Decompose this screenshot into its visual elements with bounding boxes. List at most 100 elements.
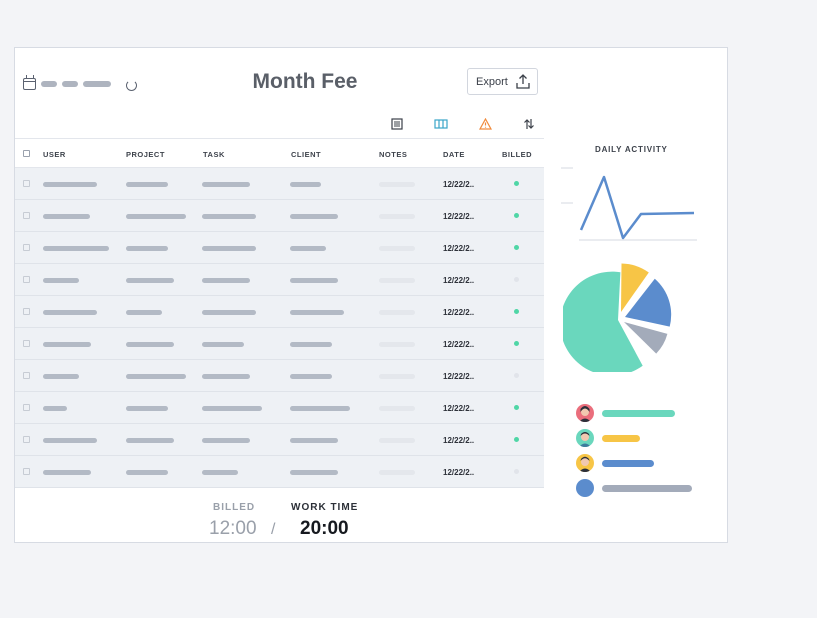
list-view-icon[interactable] — [387, 116, 407, 132]
row-checkbox[interactable] — [23, 308, 30, 315]
table-row[interactable]: 12/22/2.. — [15, 392, 544, 424]
task-placeholder — [202, 182, 250, 187]
notes-placeholder — [379, 310, 415, 315]
row-checkbox[interactable] — [23, 340, 30, 347]
user-placeholder — [43, 342, 91, 347]
row-checkbox[interactable] — [23, 372, 30, 379]
notes-placeholder — [379, 438, 415, 443]
table-header: USER PROJECT TASK CLIENT NOTES DATE BILL… — [15, 138, 544, 168]
column-header-client[interactable]: CLIENT — [291, 150, 321, 159]
user-placeholder — [43, 278, 79, 283]
column-header-date[interactable]: DATE — [443, 150, 465, 159]
notes-placeholder — [379, 246, 415, 251]
legend-bar — [602, 459, 654, 467]
billed-dot — [514, 181, 519, 186]
task-placeholder — [202, 470, 238, 475]
project-placeholder — [126, 246, 168, 251]
table-row[interactable]: 12/22/2.. — [15, 424, 544, 456]
column-header-notes[interactable]: NOTES — [379, 150, 407, 159]
avatar — [576, 429, 594, 447]
table-row[interactable]: 12/22/2.. — [15, 328, 544, 360]
legend-item — [576, 454, 654, 472]
date-cell: 12/22/2.. — [443, 436, 475, 445]
page-title: Month Fee — [252, 70, 358, 93]
totals-footer: BILLED 12:00 / WORK TIME 20:00 — [15, 490, 544, 543]
table-row[interactable]: 12/22/2.. — [15, 168, 544, 200]
activity-line — [579, 175, 695, 240]
billed-dot — [514, 341, 519, 346]
column-header-project[interactable]: PROJECT — [126, 150, 165, 159]
date-cell: 12/22/2.. — [443, 308, 475, 317]
sort-icon[interactable] — [519, 116, 539, 132]
table-row[interactable]: 12/22/2.. — [15, 264, 544, 296]
row-checkbox[interactable] — [23, 180, 30, 187]
avatar — [576, 404, 594, 422]
client-placeholder — [290, 246, 326, 251]
date-cell: 12/22/2.. — [443, 276, 475, 285]
task-placeholder — [202, 342, 244, 347]
unbilled-dot — [514, 277, 519, 282]
column-header-user[interactable]: USER — [43, 150, 66, 159]
notes-placeholder — [379, 470, 415, 475]
date-cell: 12/22/2.. — [443, 180, 475, 189]
export-button[interactable]: Export — [467, 68, 538, 95]
refresh-icon[interactable] — [126, 80, 137, 91]
avatar — [576, 454, 594, 472]
client-placeholder — [290, 278, 338, 283]
user-placeholder — [43, 310, 97, 315]
task-placeholder — [202, 438, 250, 443]
legend-item — [576, 404, 675, 422]
column-header-billed[interactable]: BILLED — [502, 150, 532, 159]
client-placeholder — [290, 214, 338, 219]
user-placeholder — [43, 182, 97, 187]
notes-placeholder — [379, 374, 415, 379]
date-cell: 12/22/2.. — [443, 468, 475, 477]
table-row[interactable]: 12/22/2.. — [15, 456, 544, 488]
select-all-checkbox[interactable] — [23, 150, 30, 157]
daily-activity-line-chart — [561, 167, 697, 241]
billed-value: 12:00 — [209, 518, 257, 539]
warning-icon[interactable] — [475, 116, 495, 132]
avatar — [576, 479, 594, 497]
billed-label: BILLED — [213, 502, 256, 513]
legend-item — [576, 429, 640, 447]
table-toolbar — [387, 116, 539, 132]
separator: / — [271, 521, 276, 538]
notes-placeholder — [379, 214, 415, 219]
user-placeholder — [43, 374, 79, 379]
client-placeholder — [290, 310, 344, 315]
notes-placeholder — [379, 278, 415, 283]
table-row[interactable]: 12/22/2.. — [15, 296, 544, 328]
billed-dot — [514, 309, 519, 314]
row-checkbox[interactable] — [23, 404, 30, 411]
client-placeholder — [290, 182, 321, 187]
user-placeholder — [43, 438, 97, 443]
table-row[interactable]: 12/22/2.. — [15, 232, 544, 264]
time-entries-table: USER PROJECT TASK CLIENT NOTES DATE BILL… — [15, 138, 544, 488]
work-time-value: 20:00 — [300, 518, 349, 539]
client-placeholder — [290, 342, 332, 347]
project-placeholder — [126, 342, 174, 347]
column-header-task[interactable]: TASK — [203, 150, 225, 159]
row-checkbox[interactable] — [23, 436, 30, 443]
task-placeholder — [202, 246, 256, 251]
row-checkbox[interactable] — [23, 468, 30, 475]
client-placeholder — [290, 374, 332, 379]
billed-dot — [514, 437, 519, 442]
date-range-picker[interactable] — [23, 75, 111, 90]
project-placeholder — [126, 406, 168, 411]
calendar-icon — [23, 75, 36, 90]
row-checkbox[interactable] — [23, 244, 30, 251]
task-placeholder — [202, 406, 262, 411]
date-placeholder — [62, 81, 78, 87]
row-checkbox[interactable] — [23, 276, 30, 283]
columns-icon[interactable] — [431, 116, 451, 132]
row-checkbox[interactable] — [23, 212, 30, 219]
project-placeholder — [126, 214, 186, 219]
table-row[interactable]: 12/22/2.. — [15, 360, 544, 392]
task-placeholder — [202, 278, 250, 283]
task-placeholder — [202, 214, 256, 219]
table-row[interactable]: 12/22/2.. — [15, 200, 544, 232]
date-cell: 12/22/2.. — [443, 244, 475, 253]
billed-dot — [514, 405, 519, 410]
